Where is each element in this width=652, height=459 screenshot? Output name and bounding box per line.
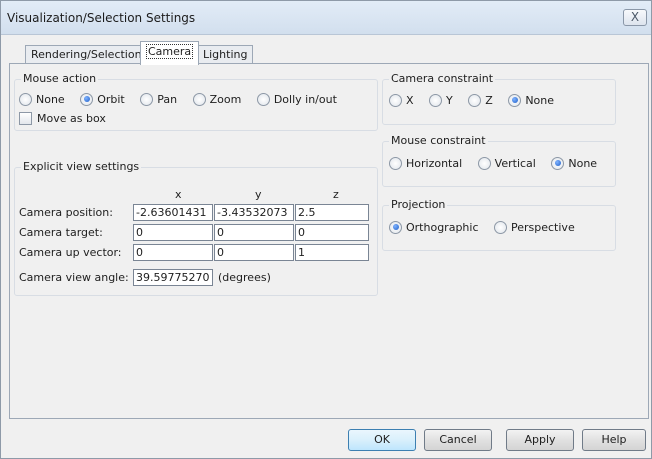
camera-target-x-input[interactable]: 0	[133, 224, 213, 241]
camera-target-z-input[interactable]: 0	[295, 224, 369, 241]
camera-constraint-options: X Y Z None	[389, 93, 554, 107]
mouse-constraint-none-radio[interactable]: None	[551, 156, 598, 170]
radio-label: None	[36, 92, 65, 106]
radio-label: Vertical	[494, 156, 536, 170]
dialog-body: Rendering/Selection Camera Lighting Mous…	[1, 35, 651, 458]
radio-icon	[389, 93, 402, 107]
projection-perspective-radio[interactable]: Perspective	[494, 220, 575, 234]
radio-icon	[494, 220, 507, 234]
camera-constraint-group: Camera constraint X Y Z None	[382, 72, 616, 125]
projection-orthographic-radio[interactable]: Orthographic	[389, 220, 479, 234]
camera-view-angle-label: Camera view angle:	[19, 271, 129, 284]
projection-group: Projection Orthographic Perspective	[382, 198, 616, 251]
radio-label: Orthographic	[406, 220, 479, 234]
mouse-action-pan-radio[interactable]: Pan	[140, 92, 178, 106]
checkbox-icon	[19, 112, 32, 125]
camera-up-vector-label: Camera up vector:	[19, 246, 122, 259]
mouse-action-none-radio[interactable]: None	[19, 92, 65, 106]
column-header-y: y	[255, 188, 262, 201]
camera-constraint-y-radio[interactable]: Y	[429, 93, 453, 107]
mouse-constraint-vertical-radio[interactable]: Vertical	[477, 156, 536, 170]
close-icon: X	[630, 10, 640, 24]
column-header-z: z	[333, 188, 339, 201]
camera-view-angle-input[interactable]: 39.59775270	[133, 269, 213, 286]
radio-label: None	[525, 93, 555, 107]
view-angle-unit: (degrees)	[218, 271, 271, 284]
radio-label: None	[568, 156, 598, 170]
radio-icon	[19, 92, 32, 106]
group-title: Projection	[389, 198, 448, 211]
radio-label: Z	[485, 93, 493, 107]
cancel-button[interactable]: Cancel	[424, 429, 492, 451]
radio-label: Zoom	[209, 92, 242, 106]
group-title: Mouse constraint	[389, 134, 488, 147]
group-title: Camera constraint	[389, 72, 496, 85]
tab-rendering-selection[interactable]: Rendering/Selection	[25, 45, 148, 64]
radio-label: X	[406, 93, 414, 107]
title-bar: Visualization/Selection Settings X	[1, 1, 651, 35]
radio-label: Perspective	[511, 220, 575, 234]
radio-label: Horizontal	[406, 156, 463, 170]
camera-position-z-input[interactable]: 2.5	[295, 204, 369, 221]
mouse-action-orbit-radio[interactable]: Orbit	[80, 92, 125, 106]
mouse-action-zoom-radio[interactable]: Zoom	[192, 92, 242, 106]
window-title: Visualization/Selection Settings	[7, 11, 196, 25]
mouse-constraint-horizontal-radio[interactable]: Horizontal	[389, 156, 463, 170]
radio-icon	[192, 92, 206, 106]
radio-selected-icon	[389, 220, 402, 234]
camera-position-x-input[interactable]: -2.63601431	[133, 204, 213, 221]
camera-target-y-input[interactable]: 0	[214, 224, 294, 241]
radio-icon	[140, 92, 154, 106]
radio-selected-icon	[508, 93, 522, 107]
radio-icon	[429, 93, 443, 107]
radio-icon	[389, 156, 402, 170]
group-title: Explicit view settings	[21, 160, 142, 173]
camera-tab-panel: Mouse action None Orbit Pan Zoom Dolly i…	[9, 63, 649, 419]
apply-button[interactable]: Apply	[506, 429, 574, 451]
camera-constraint-z-radio[interactable]: Z	[468, 93, 493, 107]
camera-up-vector-x-input[interactable]: 0	[133, 244, 213, 261]
radio-icon	[468, 93, 482, 107]
group-title: Mouse action	[21, 72, 99, 85]
camera-up-vector-y-input[interactable]: 0	[214, 244, 294, 261]
radio-icon	[477, 156, 491, 170]
radio-selected-icon	[80, 92, 94, 106]
checkbox-label: Move as box	[37, 112, 106, 125]
mouse-action-dolly-radio[interactable]: Dolly in/out	[256, 92, 337, 106]
column-header-x: x	[175, 188, 182, 201]
help-button[interactable]: Help	[582, 429, 646, 451]
tab-label: Lighting	[203, 48, 248, 61]
settings-dialog: Visualization/Selection Settings X Rende…	[0, 0, 652, 459]
tab-camera[interactable]: Camera	[140, 41, 200, 65]
camera-up-vector-z-input[interactable]: 1	[295, 244, 369, 261]
mouse-constraint-options: Horizontal Vertical None	[389, 156, 597, 170]
close-button[interactable]: X	[623, 9, 647, 26]
move-as-box-checkbox[interactable]: Move as box	[19, 112, 106, 125]
camera-position-label: Camera position:	[19, 206, 113, 219]
camera-position-y-input[interactable]: -3.43532073	[214, 204, 294, 221]
radio-icon	[256, 92, 270, 106]
camera-constraint-x-radio[interactable]: X	[389, 93, 414, 107]
tab-lighting[interactable]: Lighting	[197, 45, 254, 64]
radio-label: Dolly in/out	[273, 92, 337, 106]
radio-label: Orbit	[97, 92, 125, 106]
mouse-action-group: Mouse action None Orbit Pan Zoom Dolly i…	[14, 72, 378, 131]
projection-options: Orthographic Perspective	[389, 220, 575, 234]
radio-selected-icon	[551, 156, 565, 170]
radio-label: Y	[446, 93, 453, 107]
radio-label: Pan	[157, 92, 178, 106]
mouse-constraint-group: Mouse constraint Horizontal Vertical Non…	[382, 134, 616, 187]
camera-target-label: Camera target:	[19, 226, 103, 239]
ok-button[interactable]: OK	[348, 429, 416, 451]
tab-label: Camera	[146, 44, 194, 59]
mouse-action-options: None Orbit Pan Zoom Dolly in/out	[19, 92, 337, 106]
tab-label: Rendering/Selection	[31, 48, 142, 61]
explicit-view-group: Explicit view settings x y z Camera posi…	[14, 160, 378, 296]
camera-constraint-none-radio[interactable]: None	[508, 93, 555, 107]
